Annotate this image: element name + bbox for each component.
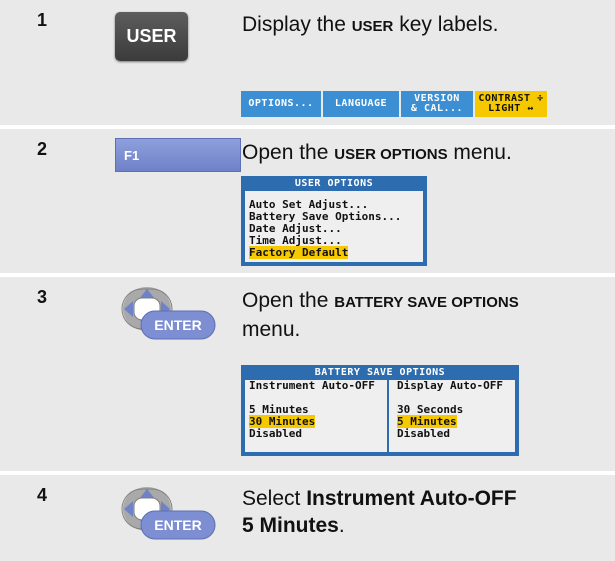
user-options-screen: USER OPTIONS Auto Set Adjust... Battery … <box>241 176 427 266</box>
step-number: 3 <box>37 287 48 307</box>
softkey-bar: OPTIONS... LANGUAGE VERSION & CAL... CON… <box>241 91 549 117</box>
screen-title: BATTERY SAVE OPTIONS <box>314 367 446 378</box>
battery-save-options-screen: BATTERY SAVE OPTIONS Instrument Auto-OFF… <box>241 365 519 456</box>
arrow-pad-enter-icon[interactable]: ENTER <box>89 481 219 541</box>
step-number: 4 <box>37 485 48 505</box>
f1-key[interactable]: F1 <box>115 138 241 172</box>
step-2: 2 F1 Open the USER OPTIONS menu. USER OP… <box>0 129 615 273</box>
step-instruction: Display the USER key labels. <box>242 13 499 36</box>
step-instruction: Open the USER OPTIONS menu. <box>242 141 512 164</box>
menu-item-selected[interactable]: Factory Default <box>249 246 349 259</box>
step-number: 1 <box>37 10 48 30</box>
step-instruction: Open the BATTERY SAVE OPTIONS menu. <box>242 289 519 341</box>
enter-key-label: ENTER <box>154 517 201 533</box>
step-instruction: Select Instrument Auto-OFF 5 Minutes. <box>242 487 517 537</box>
arrow-pad-enter-icon[interactable]: ENTER <box>89 281 219 341</box>
user-key[interactable]: USER <box>115 12 188 61</box>
enter-key-label: ENTER <box>154 317 201 333</box>
option[interactable]: Disabled <box>249 428 387 440</box>
softkey-language[interactable]: LANGUAGE <box>323 91 399 117</box>
softkey-version-cal[interactable]: VERSION & CAL... <box>401 91 473 117</box>
softkey-contrast-light[interactable]: CONTRAST ÷ LIGHT ↔ <box>475 91 547 117</box>
softkey-options[interactable]: OPTIONS... <box>241 91 321 117</box>
step-number: 2 <box>37 139 48 159</box>
step-3: 3 ENTER Open the BATTERY SAVE OPTIONS men… <box>0 277 615 471</box>
step-1: 1 USER Display the USER key labels. OPTI… <box>0 0 615 125</box>
screen-title: USER OPTIONS <box>294 178 374 189</box>
option[interactable]: Disabled <box>397 428 503 440</box>
column-heading: Display Auto-OFF <box>397 379 503 392</box>
column-heading: Instrument Auto-OFF <box>249 379 375 392</box>
step-4: 4 ENTER Select Instrument Auto-OFF 5 Minu… <box>0 475 615 561</box>
